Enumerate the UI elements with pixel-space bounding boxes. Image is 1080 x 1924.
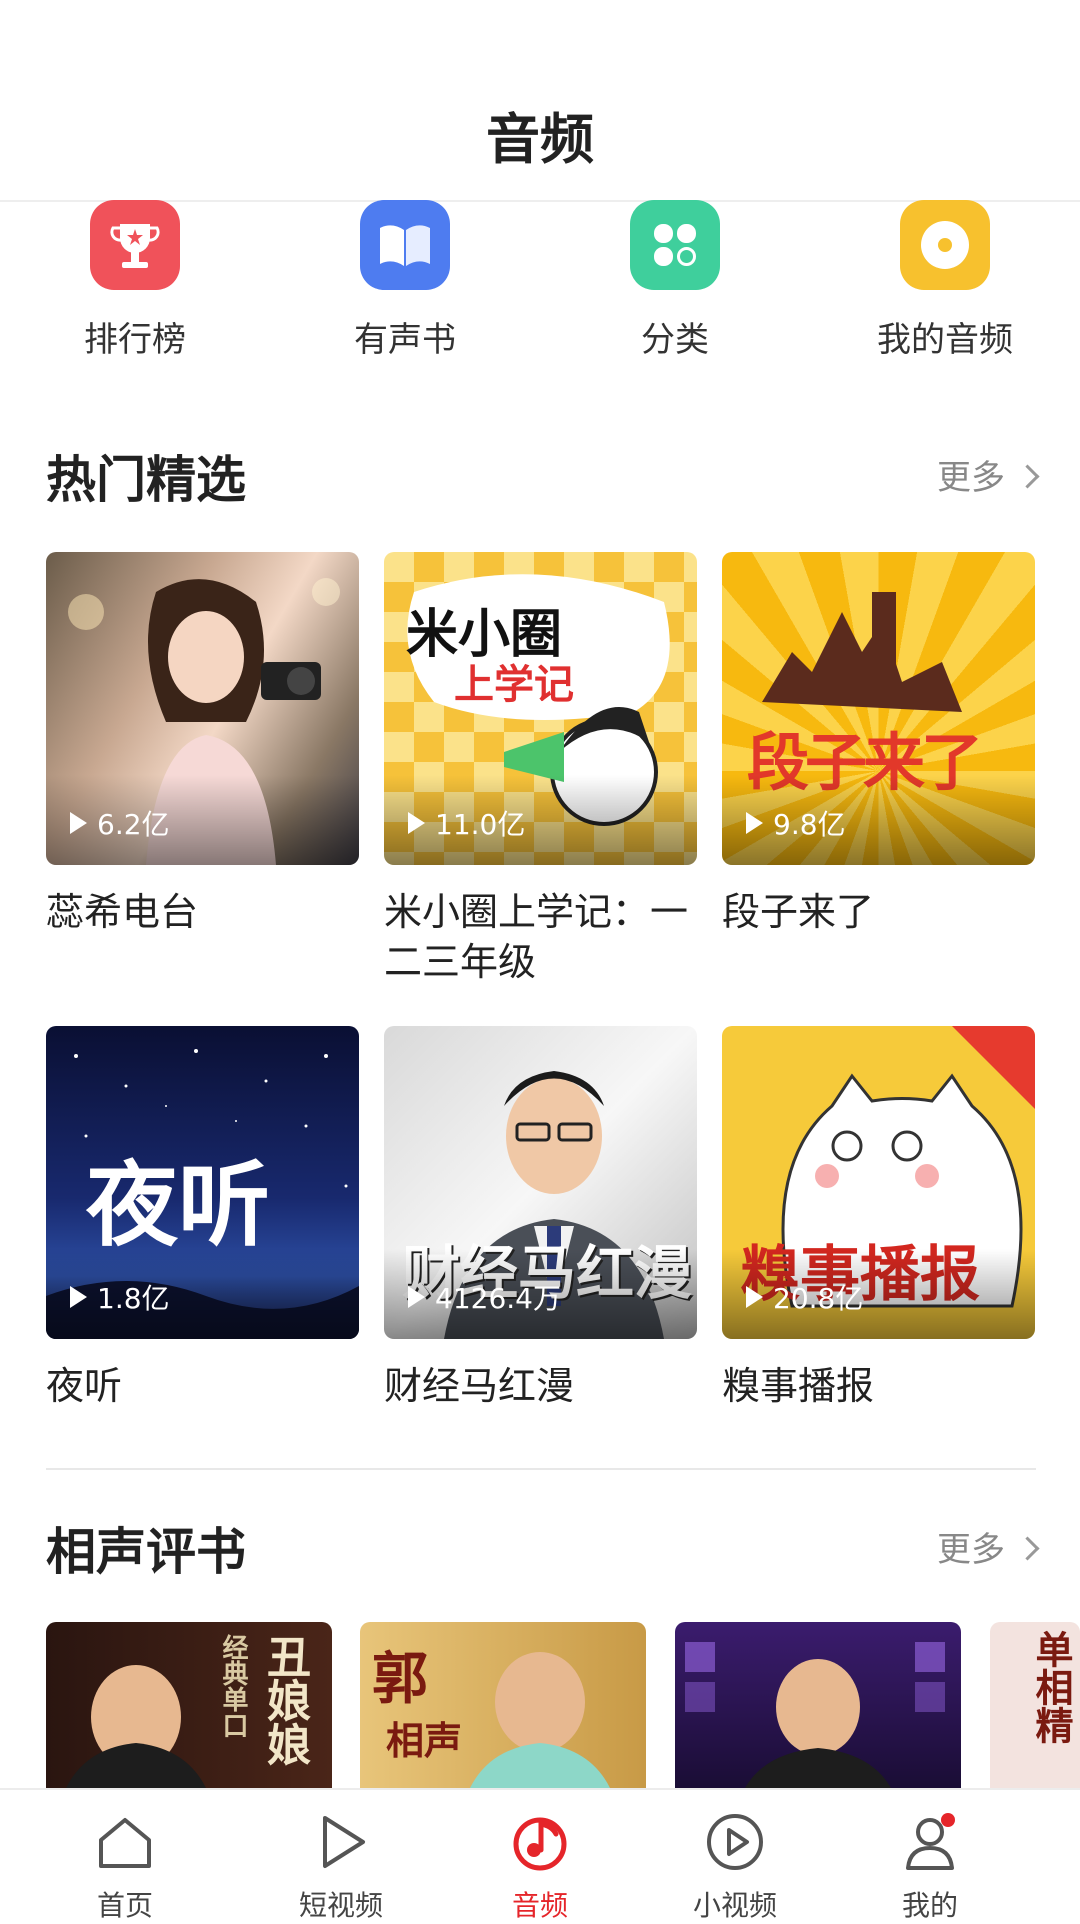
page-title: 音频 bbox=[486, 108, 594, 171]
tab-label: 短视频 bbox=[298, 1889, 383, 1922]
tab-label: 小视频 bbox=[692, 1889, 777, 1922]
crosstalk-tile[interactable]: 单相精 bbox=[990, 1622, 1080, 1788]
home-icon bbox=[99, 1818, 151, 1868]
category-icon bbox=[630, 200, 720, 290]
bottom-tab-bar: 首页 短视频 音频 小视频 我的 bbox=[0, 1788, 1080, 1922]
section-divider bbox=[46, 1468, 1036, 1470]
album-cover: 米小圈 上学记 11.0亿 bbox=[384, 552, 697, 865]
tab-me[interactable]: 我的 bbox=[822, 1790, 1038, 1922]
play-icon bbox=[746, 812, 763, 834]
quick-link-audiobook[interactable]: 有声书 bbox=[305, 200, 505, 361]
tab-label: 我的 bbox=[901, 1889, 958, 1922]
audio-icon bbox=[513, 1817, 567, 1871]
tab-short-video[interactable]: 短视频 bbox=[233, 1790, 449, 1922]
crosstalk-tile[interactable] bbox=[675, 1622, 961, 1788]
hot-more-link[interactable]: 更多 bbox=[937, 450, 1040, 499]
play-icon bbox=[323, 1816, 365, 1868]
album-card[interactable]: 6.2亿 蕊希电台 bbox=[46, 552, 359, 937]
album-cover: 财经马红漫 4126.4万 bbox=[384, 1026, 697, 1339]
section-title-hot: 热门精选 bbox=[46, 451, 246, 509]
album-title: 蕊希电台 bbox=[46, 890, 199, 934]
album-cover: 夜听 1.8亿 bbox=[46, 1026, 359, 1339]
quick-link-category[interactable]: 分类 bbox=[575, 200, 775, 361]
play-count: 20.8亿 bbox=[746, 1277, 863, 1317]
header: 音频 bbox=[0, 0, 1080, 202]
album-card[interactable]: 财经马红漫 4126.4万 财经马红漫 bbox=[384, 1026, 697, 1411]
chevron-right-icon bbox=[1015, 464, 1040, 489]
tab-mini-video[interactable]: 小视频 bbox=[627, 1790, 843, 1922]
play-count: 9.8亿 bbox=[746, 803, 846, 843]
more-label: 更多 bbox=[937, 458, 1005, 498]
tab-audio[interactable]: 音频 bbox=[432, 1790, 648, 1922]
play-icon bbox=[408, 812, 425, 834]
quick-link-label: 有声书 bbox=[354, 320, 456, 360]
chevron-right-icon bbox=[1015, 1536, 1040, 1561]
cover-art-text: 郭 bbox=[372, 1646, 428, 1712]
trophy-icon bbox=[90, 200, 180, 290]
quick-link-label: 分类 bbox=[641, 320, 709, 360]
tab-label: 首页 bbox=[96, 1889, 153, 1922]
crosstalk-tile[interactable]: 丑娘娘 经典单口 bbox=[46, 1622, 332, 1788]
album-card[interactable]: 米小圈 上学记 11.0亿 米小圈上学记：一二三年级 bbox=[384, 552, 697, 987]
play-icon bbox=[70, 1286, 87, 1308]
play-icon bbox=[408, 1286, 425, 1308]
album-title: 米小圈上学记：一二三年级 bbox=[384, 890, 689, 984]
cover-art-text: 夜听 bbox=[86, 1151, 271, 1259]
tab-home[interactable]: 首页 bbox=[17, 1790, 233, 1922]
cover-art-text: 单相精 bbox=[1029, 1630, 1074, 1744]
album-title: 财经马红漫 bbox=[384, 1364, 575, 1408]
section-title-crosstalk: 相声评书 bbox=[46, 1523, 246, 1581]
album-card[interactable]: 糗事播报 20.8亿 糗事播报 bbox=[722, 1026, 1035, 1411]
user-icon bbox=[906, 1813, 955, 1870]
quick-link-label: 我的音频 bbox=[877, 320, 1013, 360]
album-card[interactable]: 夜听 1.8亿 夜听 bbox=[46, 1026, 359, 1411]
book-icon bbox=[360, 200, 450, 290]
play-count: 11.0亿 bbox=[408, 803, 525, 843]
cover-art-text: 丑娘娘 bbox=[259, 1634, 310, 1766]
crosstalk-tile[interactable]: 郭 相声 bbox=[360, 1622, 646, 1788]
more-label: 更多 bbox=[937, 1530, 1005, 1570]
quick-link-ranking[interactable]: 排行榜 bbox=[35, 200, 235, 361]
video-circle-icon bbox=[707, 1814, 763, 1870]
album-title: 夜听 bbox=[46, 1364, 123, 1408]
album-title: 段子来了 bbox=[722, 890, 875, 934]
play-icon bbox=[746, 1286, 763, 1308]
cover-art-text: 上学记 bbox=[454, 661, 574, 708]
album-cover: 糗事播报 20.8亿 bbox=[722, 1026, 1035, 1339]
album-title: 糗事播报 bbox=[722, 1364, 875, 1408]
album-card[interactable]: 段子来了 9.8亿 段子来了 bbox=[722, 552, 1035, 937]
play-count: 6.2亿 bbox=[70, 803, 170, 843]
quick-link-label: 排行榜 bbox=[84, 320, 186, 360]
play-count: 1.8亿 bbox=[70, 1277, 170, 1317]
crosstalk-more-link[interactable]: 更多 bbox=[937, 1522, 1040, 1571]
quick-link-my-audio[interactable]: 我的音频 bbox=[845, 200, 1045, 361]
disc-icon bbox=[900, 200, 990, 290]
tab-label: 音频 bbox=[511, 1889, 568, 1922]
play-icon bbox=[70, 812, 87, 834]
cover-art-text: 经典单口 bbox=[218, 1634, 248, 1738]
cover-art-text: 相声 bbox=[386, 1718, 463, 1763]
quick-links: 排行榜 有声书 分类 我的音频 bbox=[0, 200, 1080, 370]
album-cover: 段子来了 9.8亿 bbox=[722, 552, 1035, 865]
play-count: 4126.4万 bbox=[408, 1277, 561, 1317]
album-cover: 6.2亿 bbox=[46, 552, 359, 865]
